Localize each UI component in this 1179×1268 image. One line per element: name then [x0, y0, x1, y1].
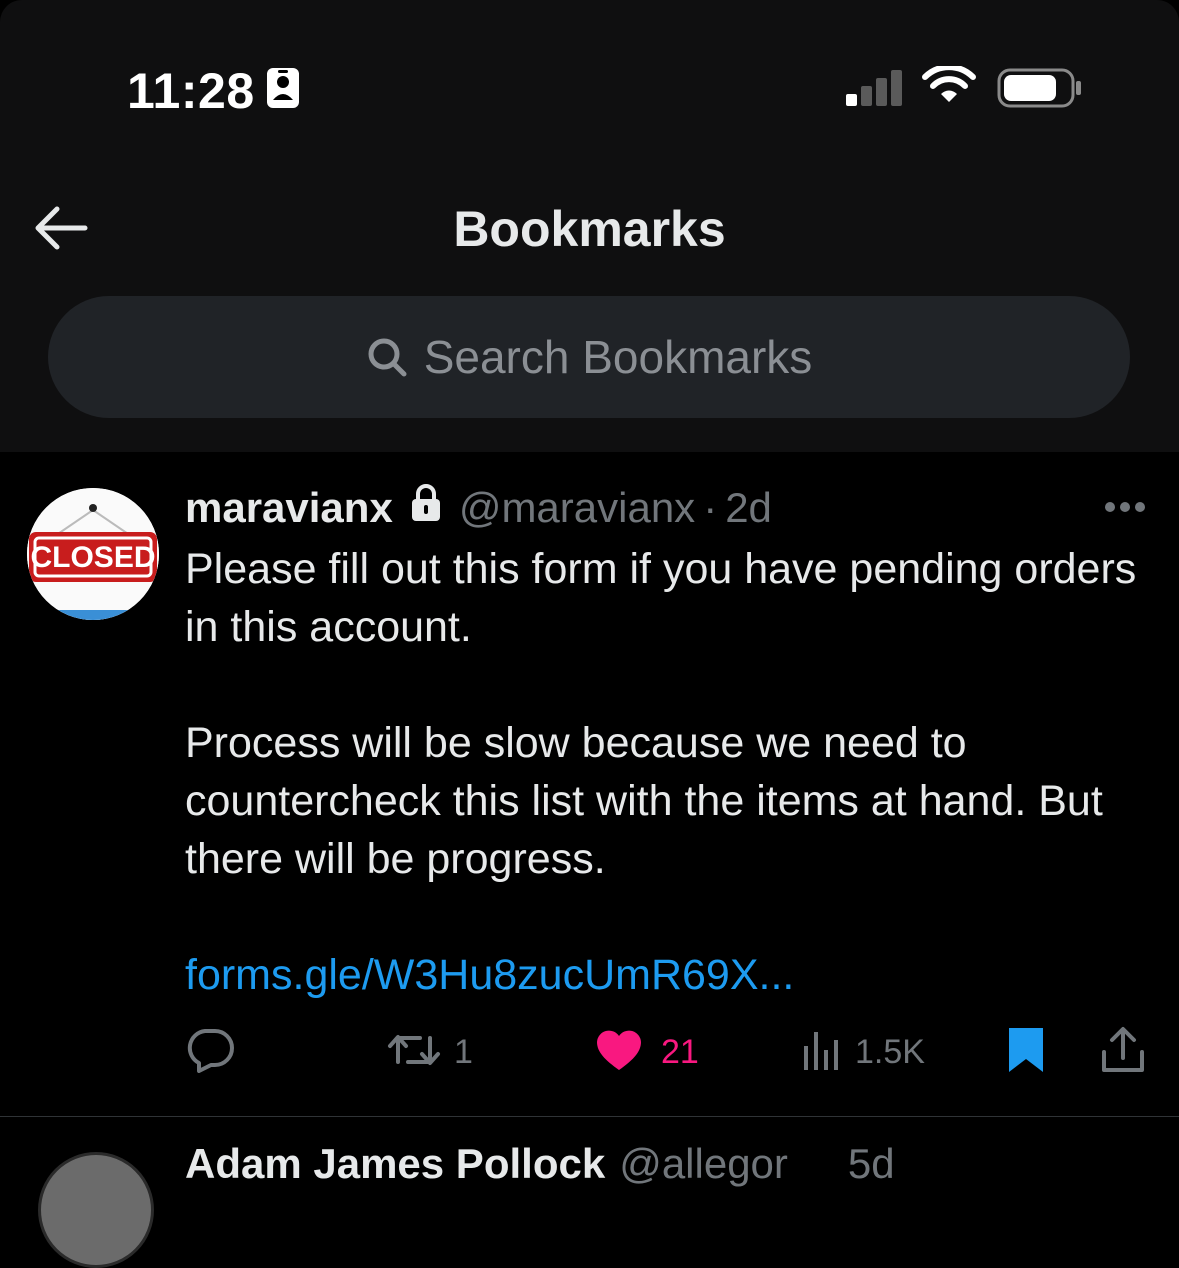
battery-icon — [997, 68, 1083, 113]
heart-icon — [595, 1028, 643, 1077]
next-tweet-avatar[interactable] — [38, 1152, 154, 1268]
views-chart-icon — [801, 1028, 843, 1077]
cellular-signal-icon — [844, 68, 904, 111]
wifi-icon — [921, 64, 977, 111]
reply-button[interactable] — [185, 1022, 235, 1082]
avatar-text: CLOSED — [30, 541, 155, 574]
next-tweet-display-name[interactable]: Adam James Pollock — [185, 1140, 605, 1188]
contact-card-icon — [266, 67, 300, 114]
status-time: 11:28 — [127, 63, 255, 119]
share-icon — [1100, 1026, 1146, 1079]
more-options-icon[interactable] — [1103, 500, 1147, 519]
next-tweet-age[interactable]: 5d — [848, 1140, 895, 1188]
page-title: Bookmarks — [453, 201, 726, 257]
bookmark-button[interactable] — [1006, 1022, 1046, 1082]
retweet-count: 1 — [454, 1032, 473, 1071]
search-placeholder: Search Bookmarks — [423, 331, 813, 383]
like-button[interactable]: 21 — [595, 1022, 699, 1082]
avatar[interactable]: CLOSED — [27, 488, 159, 620]
next-tweet-header: Adam James Pollock @allegor 5d — [185, 1140, 895, 1188]
views-count: 1.5K — [855, 1032, 925, 1071]
tweet-paragraph: Please fill out this form if you have pe… — [185, 545, 1137, 651]
retweet-button[interactable]: 1 — [386, 1022, 473, 1082]
like-count: 21 — [661, 1032, 699, 1071]
handle[interactable]: @maravianx — [459, 484, 695, 532]
tweet-actions: 1 21 1.5K — [0, 1022, 1179, 1082]
search-input[interactable]: Search Bookmarks — [48, 296, 1130, 418]
tweet-link[interactable]: forms.gle/W3Hu8zucUmR69X... — [185, 946, 1145, 1004]
tweet-divider — [0, 1116, 1179, 1117]
bookmark-icon — [1006, 1025, 1046, 1080]
search-icon — [366, 336, 408, 383]
tweet-body[interactable]: Please fill out this form if you have pe… — [185, 540, 1145, 1004]
views-button[interactable]: 1.5K — [801, 1022, 925, 1082]
separator-dot: · — [703, 484, 718, 531]
share-button[interactable] — [1100, 1022, 1146, 1082]
tweet-header: maravianx @maravianx · 2d — [185, 482, 772, 534]
display-name[interactable]: maravianx — [185, 484, 393, 532]
tweet-age[interactable]: 2d — [725, 484, 772, 532]
lock-icon — [409, 483, 443, 533]
retweet-icon — [386, 1028, 442, 1077]
next-tweet-handle[interactable]: @allegor — [619, 1140, 788, 1188]
reply-icon — [185, 1027, 235, 1078]
tweet-paragraph: Process will be slow because we need to … — [185, 719, 1103, 883]
